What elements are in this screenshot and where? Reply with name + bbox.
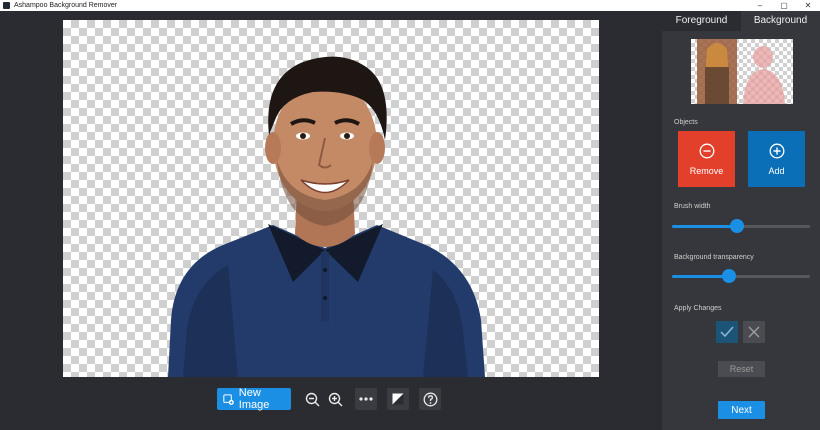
next-button[interactable]: Next xyxy=(718,401,765,419)
apply-changes-label: Apply Changes xyxy=(674,305,722,312)
zoom-out-button[interactable] xyxy=(301,388,323,410)
preview-thumbnail xyxy=(691,39,793,104)
apply-button[interactable] xyxy=(716,321,738,343)
maximize-button[interactable]: ▢ xyxy=(772,0,796,11)
tab-foreground[interactable]: Foreground xyxy=(662,11,741,31)
new-image-icon xyxy=(223,393,234,405)
objects-label: Objects xyxy=(674,119,698,126)
brush-width-slider[interactable] xyxy=(672,219,810,233)
slider-fill xyxy=(672,225,737,228)
close-icon xyxy=(748,326,760,338)
remove-label: Remove xyxy=(689,165,724,176)
reset-button[interactable]: Reset xyxy=(718,361,765,377)
remove-object-button[interactable]: Remove xyxy=(678,131,735,187)
zoom-in-button[interactable] xyxy=(324,388,346,410)
bottom-toolbar: New Image xyxy=(0,387,662,412)
title-bar: Ashampoo Background Remover – ▢ ✕ xyxy=(0,0,820,11)
help-button[interactable] xyxy=(419,388,441,410)
settings-panel: Foreground Background Objects Remove Add… xyxy=(662,11,820,430)
slider-fill xyxy=(672,275,729,278)
bg-transparency-slider[interactable] xyxy=(672,269,810,283)
discard-button[interactable] xyxy=(743,321,765,343)
panel-tabs: Foreground Background xyxy=(662,11,820,31)
compare-icon xyxy=(392,393,404,405)
bg-transparency-label: Background transparency xyxy=(674,254,754,261)
more-icon xyxy=(359,397,373,401)
canvas-area xyxy=(0,11,662,430)
app-logo-icon xyxy=(3,2,10,9)
tab-background[interactable]: Background xyxy=(741,11,820,31)
new-image-label: New Image xyxy=(238,387,270,411)
add-label: Add xyxy=(768,165,785,176)
brush-width-label: Brush width xyxy=(674,203,711,210)
remove-icon xyxy=(699,143,714,158)
preview-image xyxy=(697,39,785,104)
slider-handle[interactable] xyxy=(721,269,736,283)
slider-handle[interactable] xyxy=(729,219,744,233)
zoom-out-icon xyxy=(305,392,319,406)
add-icon xyxy=(769,143,784,158)
more-button[interactable] xyxy=(355,388,377,410)
window-title: Ashampoo Background Remover xyxy=(14,2,118,9)
help-icon xyxy=(423,392,437,406)
add-object-button[interactable]: Add xyxy=(748,131,805,187)
compare-button[interactable] xyxy=(387,388,409,410)
checkmark-icon xyxy=(720,326,734,338)
minimize-button[interactable]: – xyxy=(748,0,772,11)
zoom-in-icon xyxy=(328,392,342,406)
close-button[interactable]: ✕ xyxy=(796,0,820,11)
image-canvas[interactable] xyxy=(63,20,599,377)
portrait-image xyxy=(168,56,485,377)
new-image-button[interactable]: New Image xyxy=(217,387,291,411)
